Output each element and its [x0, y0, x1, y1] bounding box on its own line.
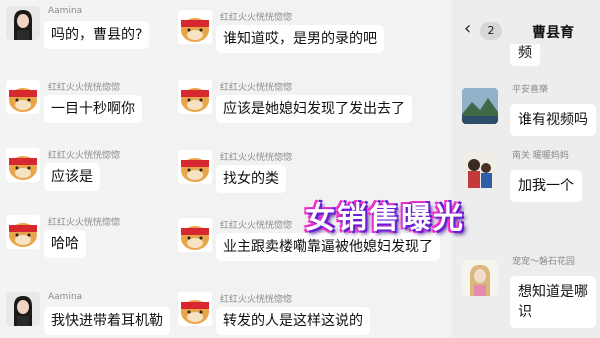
unread-count-badge: 2	[480, 22, 502, 40]
chat-message[interactable]: 平安喜樂 谁有视频吗	[452, 82, 600, 136]
message-bubble[interactable]: 应该是她媳妇发现了发出去了	[216, 95, 412, 123]
bear-headband-avatar[interactable]	[178, 218, 212, 252]
sender-name: Aamina	[48, 6, 83, 16]
chat-column-middle: 红红火火恍恍惚惚 谁知道哎，是男的录的吧 红红火火恍恍惚惚 应该是她媳妇发现了发…	[170, 0, 452, 338]
sender-name: 红红火火恍恍惚惚	[48, 151, 121, 161]
back-chevron-icon[interactable]: ‹	[464, 20, 471, 38]
bear-headband-avatar[interactable]	[178, 80, 212, 114]
sender-name: 红红火火恍恍惚惚	[48, 218, 121, 228]
chat-message[interactable]: 红红火火恍恍惚惚 哈哈	[6, 215, 166, 265]
group-chat-panel: ‹ 2 曹县育 频 平安喜樂 谁有视频吗 南关 暖暖妈妈 加我一个 宠宠～磐石花…	[452, 0, 600, 338]
sender-name: 红红火火恍恍惚惚	[220, 153, 293, 163]
mother-child-avatar[interactable]	[462, 152, 498, 188]
group-title: 曹县育	[532, 25, 574, 41]
woman-blonde-avatar[interactable]	[462, 260, 498, 296]
message-line: 想知道是哪	[518, 284, 588, 300]
sender-name: 红红火火恍恍惚惚	[48, 83, 121, 93]
overlay-caption: 女销售曝光	[305, 201, 465, 236]
chat-message[interactable]: 红红火火恍恍惚惚 应该是她媳妇发现了发出去了	[178, 80, 448, 130]
message-bubble-fragment[interactable]: 频	[510, 44, 540, 66]
sender-name: Aamina	[48, 292, 83, 302]
bear-headband-avatar[interactable]	[6, 148, 40, 182]
sender-name: 平安喜樂	[512, 85, 549, 95]
chat-message[interactable]: 红红火火恍恍惚惚 转发的人是这样这说的	[178, 292, 448, 338]
message-bubble[interactable]: 应该是	[44, 163, 100, 191]
sender-name: 红红火火恍恍惚惚	[220, 13, 293, 23]
message-bubble[interactable]: 加我一个	[510, 170, 582, 202]
bear-headband-avatar[interactable]	[178, 150, 212, 184]
woman-portrait-avatar[interactable]	[6, 6, 40, 40]
chat-message[interactable]: 红红火火恍恍惚惚 一目十秒啊你	[6, 80, 166, 130]
sender-name: 宠宠～磐石花园	[512, 257, 576, 267]
chat-message[interactable]: Aamina 吗的，曹县的?	[6, 6, 166, 56]
message-bubble[interactable]: 吗的，曹县的?	[44, 21, 150, 49]
bear-headband-avatar[interactable]	[6, 80, 40, 114]
message-bubble[interactable]: 想知道是哪 识	[510, 276, 596, 328]
chat-message[interactable]: 红红火火恍恍惚惚 谁知道哎，是男的录的吧	[178, 10, 448, 60]
message-bubble[interactable]: 哈哈	[44, 230, 86, 258]
chat-message[interactable]: 红红火火恍恍惚惚 应该是	[6, 148, 166, 198]
message-bubble[interactable]: 谁知道哎，是男的录的吧	[216, 25, 384, 53]
chat-message[interactable]: 宠宠～磐石花园 想知道是哪 识	[452, 254, 600, 338]
message-line: 识	[518, 304, 532, 320]
message-bubble[interactable]: 谁有视频吗	[510, 104, 596, 136]
chat-message[interactable]: 南关 暖暖妈妈 加我一个	[452, 148, 600, 202]
message-bubble[interactable]: 找女的类	[216, 165, 286, 193]
sender-name: 红红火火恍恍惚惚	[220, 295, 293, 305]
message-bubble[interactable]: 我快进带着耳机勒	[44, 307, 170, 335]
sender-name: 南关 暖暖妈妈	[512, 151, 569, 161]
sender-name: 红红火火恍恍惚惚	[220, 221, 293, 231]
woman-portrait-avatar[interactable]	[6, 292, 40, 326]
chat-header: ‹ 2 曹县育	[452, 0, 600, 48]
chat-column-left: Aamina 吗的，曹县的? 红红火火恍恍惚惚 一目十秒啊你 红红火火恍恍惚惚 …	[0, 0, 170, 338]
message-bubble[interactable]: 一目十秒啊你	[44, 95, 142, 123]
bear-headband-avatar[interactable]	[178, 10, 212, 44]
message-bubble[interactable]: 转发的人是这样这说的	[216, 307, 370, 335]
bear-headband-avatar[interactable]	[6, 215, 40, 249]
landscape-avatar[interactable]	[462, 88, 498, 124]
message-bubble[interactable]: 业主跟卖楼嘞靠逼被他媳妇发现了	[216, 233, 440, 261]
chat-message[interactable]: Aamina 我快进带着耳机勒	[6, 292, 170, 338]
sender-name: 红红火火恍恍惚惚	[220, 83, 293, 93]
bear-headband-avatar[interactable]	[178, 292, 212, 326]
